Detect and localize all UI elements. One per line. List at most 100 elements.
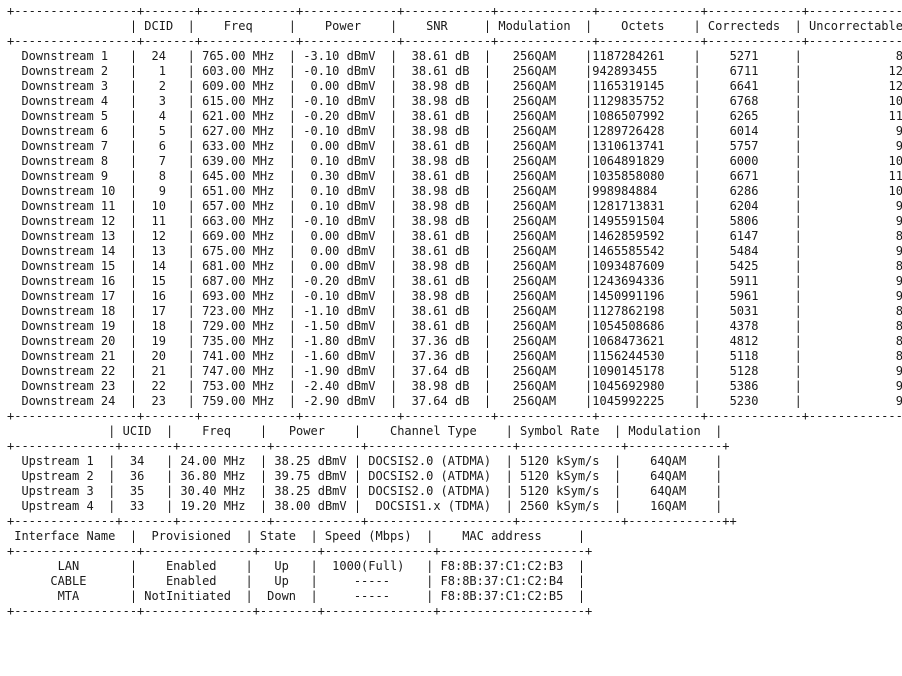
table-cell: 723.00 MHz: [194, 304, 289, 318]
table-cell: 256QAM: [491, 319, 586, 333]
table-cell: Freq: [173, 424, 260, 438]
table-cell: -0.10 dBmV: [296, 289, 390, 303]
table-cell: 6: [137, 139, 188, 153]
table-cell: 7: [137, 154, 188, 168]
upstream-row: Upstream 2 | 36 | 36.80 MHz | 39.75 dBmV…: [7, 469, 723, 483]
table-cell: 256QAM: [491, 169, 586, 183]
table-cell: Symbol Rate: [512, 424, 614, 438]
interface-separator: +-----------------+---------------+-----…: [7, 544, 593, 558]
table-cell: 22: [137, 379, 188, 393]
table-cell: MAC address: [433, 529, 578, 543]
table-cell: 1068473621: [592, 334, 694, 348]
table-cell: 0.30 dBmV: [296, 169, 390, 183]
table-cell: 1465585542: [592, 244, 694, 258]
table-cell: Downstream 18: [7, 304, 130, 318]
table-cell: Correcteds: [700, 19, 795, 33]
table-cell: 9511: [895, 214, 902, 228]
downstream-row: Downstream 4 | 3 | 615.00 MHz | -0.10 dB…: [7, 94, 902, 109]
table-cell: 38.25 dBmV: [267, 484, 354, 498]
table-cell: DOCSIS2.0 (ATDMA): [361, 454, 506, 468]
table-cell: 36: [115, 469, 166, 483]
downstream-row: Downstream 2 | 1 | 603.00 MHz | -0.10 dB…: [7, 64, 902, 79]
table-cell: Modulation: [491, 19, 586, 33]
table-cell: 38.98 dB: [397, 79, 484, 93]
table-cell: 663.00 MHz: [194, 214, 289, 228]
table-cell: 10720: [888, 184, 902, 198]
table-cell: MTA: [7, 589, 130, 603]
table-cell: 256QAM: [491, 274, 586, 288]
table-cell: 8220: [895, 304, 902, 318]
table-cell: Downstream 16: [7, 274, 130, 288]
upstream-separator: +-----------------+-------+-------------…: [7, 409, 902, 423]
table-cell: 38.98 dB: [397, 184, 484, 198]
table-cell: 1243694336: [592, 274, 694, 288]
upstream-separator: +--------------+-------+------------+---…: [7, 439, 730, 453]
table-cell: Downstream 20: [7, 334, 130, 348]
table-cell: 38.61 dB: [397, 169, 484, 183]
table-cell: 256QAM: [491, 229, 586, 243]
table-cell: 1187284261: [592, 49, 694, 63]
table-cell: Up: [252, 559, 311, 573]
table-cell: -1.50 dBmV: [296, 319, 390, 333]
table-cell: 20: [137, 349, 188, 363]
table-cell: Downstream 17: [7, 289, 130, 303]
table-cell: Downstream 3: [7, 79, 130, 93]
table-cell: Downstream 4: [7, 94, 130, 108]
downstream-row: Downstream 6 | 5 | 627.00 MHz | -0.10 dB…: [7, 124, 902, 139]
table-cell: 1086507992: [592, 109, 694, 123]
downstream-row: Downstream 12 | 11 | 663.00 MHz | -0.10 …: [7, 214, 902, 229]
table-cell: 5757: [700, 139, 795, 153]
table-cell: -3.10 dBmV: [296, 49, 390, 63]
table-cell: 11411: [888, 109, 902, 123]
table-cell: -0.10 dBmV: [296, 214, 390, 228]
table-cell: 256QAM: [491, 94, 586, 108]
table-cell: 8743: [895, 349, 902, 363]
table-cell: 621.00 MHz: [194, 109, 289, 123]
table-cell: 1289726428: [592, 124, 694, 138]
table-cell: F8:8B:37:C1:C2:B4: [433, 574, 578, 588]
table-cell: 64QAM: [621, 469, 716, 483]
table-cell: 2560 kSym/s: [512, 499, 614, 513]
table-cell: Freq: [194, 19, 289, 33]
downstream-row: Downstream 16 | 15 | 687.00 MHz | -0.20 …: [7, 274, 902, 289]
table-cell: 0.00 dBmV: [296, 79, 390, 93]
downstream-row: Downstream 11 | 10 | 657.00 MHz | 0.10 d…: [7, 199, 902, 214]
table-cell: 675.00 MHz: [194, 244, 289, 258]
table-cell: 6286: [700, 184, 795, 198]
table-cell: 36.80 MHz: [173, 469, 260, 483]
table-cell: 12: [137, 229, 188, 243]
table-cell: 18: [137, 319, 188, 333]
table-cell: 12513: [888, 79, 902, 93]
table-cell: Downstream 12: [7, 214, 130, 228]
table-cell: LAN: [7, 559, 130, 573]
downstream-separator: +-----------------+-------+-------------…: [7, 4, 902, 18]
table-cell: 5120 kSym/s: [512, 454, 614, 468]
table-cell: 37.64 dB: [397, 364, 484, 378]
table-cell: Modulation: [621, 424, 716, 438]
table-cell: 10: [137, 199, 188, 213]
downstream-row: Downstream 5 | 4 | 621.00 MHz | -0.20 dB…: [7, 109, 902, 124]
table-cell: Downstream 1: [7, 49, 130, 63]
downstream-row: Downstream 19 | 18 | 729.00 MHz | -1.50 …: [7, 319, 902, 334]
table-cell: 633.00 MHz: [194, 139, 289, 153]
table-cell: 30.40 MHz: [173, 484, 260, 498]
table-cell: NotInitiated: [137, 589, 246, 603]
table-cell: 9240: [895, 139, 902, 153]
table-cell: Uncorrectables: [809, 19, 902, 33]
table-cell: 4812: [700, 334, 795, 348]
table-cell: Downstream 8: [7, 154, 130, 168]
interface-row: MTA | NotInitiated | Down | ----- | F8:8…: [7, 589, 586, 603]
table-cell: 8156: [895, 259, 902, 273]
table-cell: 256QAM: [491, 364, 586, 378]
table-cell: 669.00 MHz: [194, 229, 289, 243]
table-cell: -1.90 dBmV: [296, 364, 390, 378]
downstream-row: Downstream 21 | 20 | 741.00 MHz | -1.60 …: [7, 349, 902, 364]
table-cell: 256QAM: [491, 304, 586, 318]
table-cell: 747.00 MHz: [194, 364, 289, 378]
table-cell: 256QAM: [491, 349, 586, 363]
table-cell: Downstream 6: [7, 124, 130, 138]
table-cell: 16QAM: [621, 499, 716, 513]
upstream-header-row: | UCID | Freq | Power | Channel Type | S…: [7, 424, 902, 439]
table-cell: 0.10 dBmV: [296, 154, 390, 168]
table-cell: 0.00 dBmV: [296, 139, 390, 153]
